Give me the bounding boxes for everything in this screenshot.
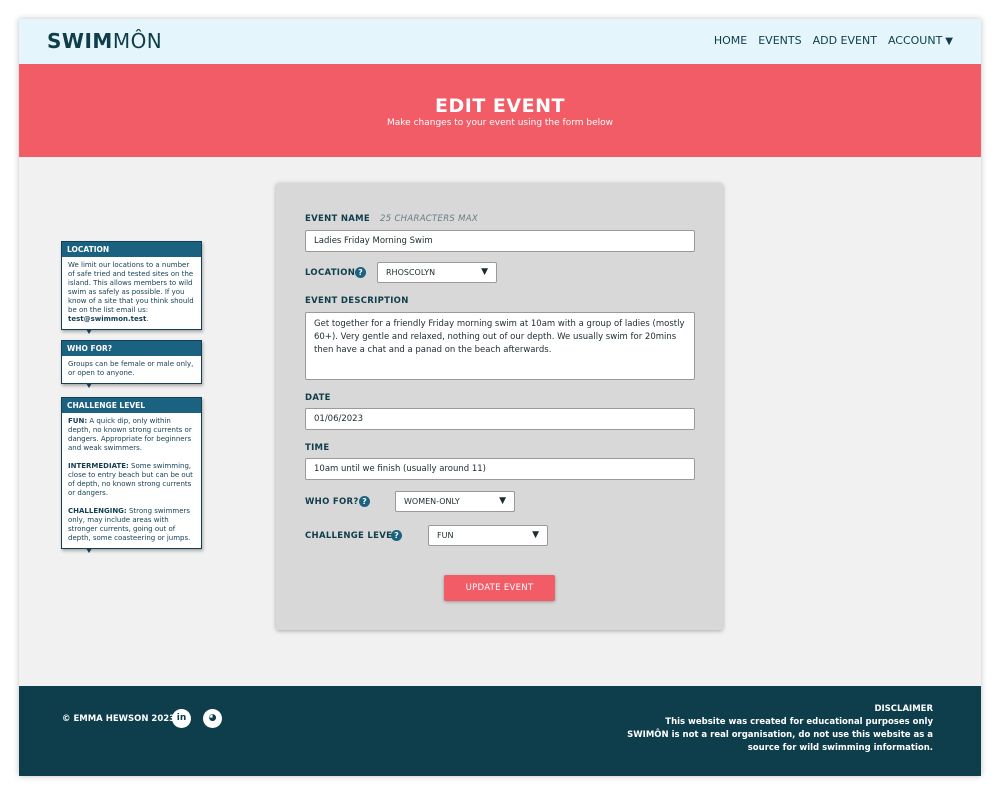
location-info-box: LOCATION We limit our locations to a num… [61, 241, 202, 334]
contact-email-link[interactable]: test@swimmon.test [68, 315, 146, 323]
location-label: LOCATION [305, 268, 356, 278]
location-select[interactable]: RHOSCOLYN ▼ [377, 262, 497, 283]
challenge-fun-label: FUN: [68, 417, 88, 425]
challenge-info-body: FUN: A quick dip, only within depth, no … [62, 413, 201, 548]
location-info-title: LOCATION [62, 242, 201, 257]
disclaimer: DISCLAIMER This website was created for … [627, 703, 933, 755]
chevron-down-icon: ▼ [499, 496, 506, 506]
who-for-info-text: Groups can be female or male only, or op… [68, 360, 194, 377]
site-logo[interactable]: SWIMMÔN [47, 30, 162, 52]
who-for-info-box: WHO FOR? Groups can be female or male on… [61, 340, 202, 388]
time-input[interactable]: 10am until we finish (usually around 11) [305, 458, 695, 480]
who-for-info-title: WHO FOR? [62, 341, 201, 356]
location-info-text: We limit our locations to a number of sa… [68, 261, 194, 314]
challenge-level-select-value: FUN [437, 531, 454, 540]
event-name-label: EVENT NAME 25 CHARACTERS MAX [305, 214, 478, 225]
navbar: SWIMMÔN HOME EVENTS ADD EVENT ACCOUNT ▼ [19, 19, 981, 64]
location-info-body: We limit our locations to a number of sa… [62, 257, 201, 329]
hero-banner: EDIT EVENT Make changes to your event us… [19, 64, 981, 157]
update-event-button[interactable]: UPDATE EVENT [444, 575, 555, 601]
page: SWIMMÔN HOME EVENTS ADD EVENT ACCOUNT ▼ E… [19, 19, 981, 776]
event-name-hint: 25 CHARACTERS MAX [380, 214, 478, 224]
challenge-info-title: CHALLENGE LEVEL [62, 398, 201, 413]
main-nav: HOME EVENTS ADD EVENT ACCOUNT ▼ [714, 34, 953, 49]
event-name-input[interactable]: Ladies Friday Morning Swim [305, 230, 695, 252]
description-label: EVENT DESCRIPTION [305, 296, 409, 306]
nav-events[interactable]: EVENTS [758, 34, 801, 49]
github-icon[interactable]: ◕ [203, 709, 222, 728]
nav-add-event[interactable]: ADD EVENT [813, 34, 877, 49]
challenge-level-label: CHALLENGE LEVEL [305, 531, 398, 541]
chevron-down-icon: ▼ [481, 267, 488, 277]
location-select-value: RHOSCOLYN [386, 268, 436, 277]
challenge-intermediate-label: INTERMEDIATE: [68, 462, 129, 470]
help-icon[interactable]: ? [355, 267, 366, 278]
challenge-level-select[interactable]: FUN ▼ [428, 525, 548, 546]
disclaimer-title: DISCLAIMER [874, 704, 933, 714]
info-pointer [86, 383, 92, 388]
edit-event-form: EVENT NAME 25 CHARACTERS MAX Ladies Frida… [276, 183, 723, 630]
challenge-fun-text: A quick dip, only within depth, no known… [68, 417, 192, 452]
info-pointer [86, 329, 92, 334]
challenge-challenging: CHALLENGING: Strong swimmers only, may i… [68, 507, 195, 543]
nav-home[interactable]: HOME [714, 34, 747, 49]
challenge-info-box: CHALLENGE LEVEL FUN: A quick dip, only w… [61, 397, 202, 553]
date-label: DATE [305, 393, 331, 403]
date-input[interactable]: 01/06/2023 [305, 408, 695, 430]
disclaimer-line: SWIMÔN is not a real organisation, do no… [627, 730, 933, 740]
page-subtitle: Make changes to your event using the for… [387, 118, 613, 128]
challenge-fun: FUN: A quick dip, only within depth, no … [68, 417, 195, 453]
footer: © EMMA HEWSON 2023 in ◕ DISCLAIMER This … [19, 686, 981, 776]
help-icon[interactable]: ? [391, 530, 402, 541]
who-for-select-value: WOMEN-ONLY [404, 497, 460, 506]
nav-account[interactable]: ACCOUNT ▼ [888, 34, 953, 49]
event-name-label-text: EVENT NAME [305, 214, 371, 224]
chevron-down-icon: ▼ [945, 36, 953, 47]
logo-light-text: MÔN [112, 29, 163, 53]
help-icon[interactable]: ? [359, 496, 370, 507]
location-info-end: . [146, 315, 149, 323]
disclaimer-line: This website was created for educational… [665, 717, 933, 727]
who-for-select[interactable]: WOMEN-ONLY ▼ [395, 491, 515, 512]
chevron-down-icon: ▼ [532, 530, 539, 540]
linkedin-icon[interactable]: in [172, 709, 191, 728]
challenge-challenging-label: CHALLENGING: [68, 507, 127, 515]
copyright: © EMMA HEWSON 2023 [62, 714, 176, 724]
challenge-intermediate: INTERMEDIATE: Some swimming, close to en… [68, 462, 195, 498]
time-label: TIME [305, 443, 330, 453]
disclaimer-line: source for wild swimming information. [747, 743, 933, 753]
who-for-label: WHO FOR? [305, 497, 359, 507]
nav-account-label: ACCOUNT [887, 34, 943, 47]
info-pointer [86, 548, 92, 553]
page-title: EDIT EVENT [435, 95, 565, 117]
logo-bold-text: SWIM [47, 29, 113, 53]
description-textarea[interactable]: Get together for a friendly Friday morni… [305, 312, 695, 380]
